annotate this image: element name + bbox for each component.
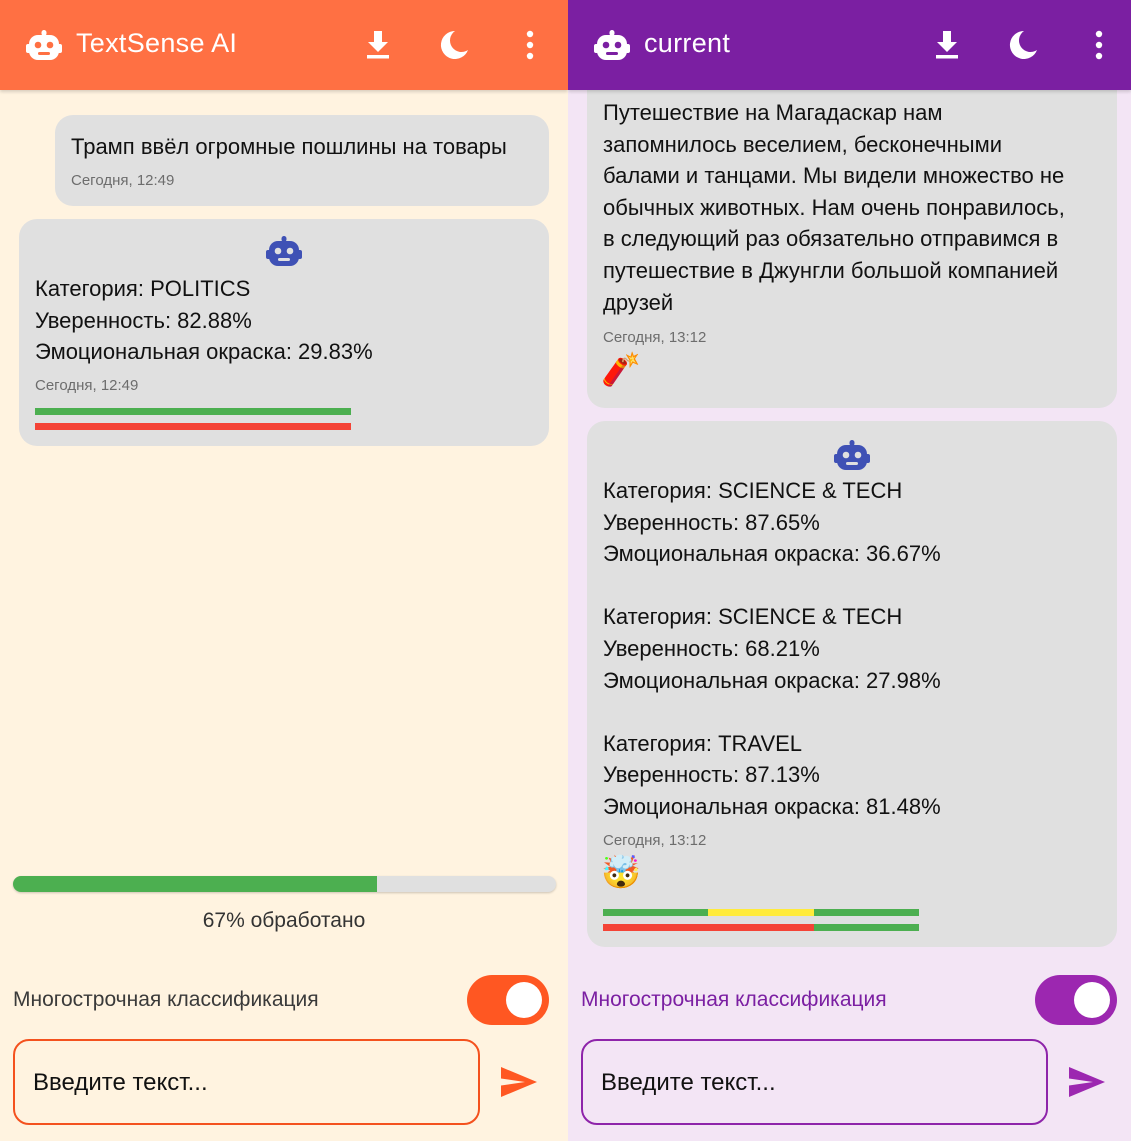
message-timestamp: Сегодня, 13:12 (603, 832, 707, 849)
message-text: Путешествие на Магадаскар нам запомнилос… (603, 97, 1065, 318)
bot-message-bubble: Категория: SCIENCE & TECH Уверенность: 8… (587, 421, 1117, 947)
text-input[interactable]: Введите текст... (13, 1039, 480, 1125)
multiline-toggle[interactable] (1035, 975, 1117, 1025)
app-title: TextSense AI (76, 28, 238, 58)
robot-icon (266, 236, 302, 266)
exploding-head-emoji: 🤯 (601, 854, 641, 890)
message-line: запомнилось веселием, бесконечными (603, 131, 1003, 157)
sentiment-line: Эмоциональная окраска: 29.83% (35, 339, 373, 365)
bot-message-bubble: Категория: POLITICS Уверенность: 82.88% … (19, 219, 549, 446)
confidence-line: Уверенность: 87.65% (603, 509, 820, 535)
progress-label: 67% обработано (202, 909, 366, 932)
multiline-toggle[interactable] (467, 975, 549, 1025)
more-vert-icon[interactable] (513, 28, 547, 62)
message-timestamp: Сегодня, 13:12 (603, 329, 707, 346)
send-icon[interactable] (1067, 1065, 1107, 1099)
screen-dark-purple: current Путешествие на Магадаскар нам за… (568, 0, 1131, 1141)
robot-icon (26, 30, 62, 60)
download-icon[interactable] (361, 28, 395, 62)
confidence-bar-segment (603, 909, 708, 916)
input-placeholder: Введите текст... (601, 1069, 776, 1096)
message-timestamp: Сегодня, 12:49 (71, 172, 175, 189)
confidence-bar (35, 408, 351, 415)
sentiment-line: Эмоциональная окраска: 27.98% (603, 667, 941, 693)
message-line: друзей (603, 289, 674, 315)
category-line: Категория: SCIENCE & TECH (603, 478, 903, 503)
more-vert-icon[interactable] (1082, 28, 1116, 62)
classification-result: Категория: SCIENCE & TECH Уверенность: 8… (603, 475, 941, 823)
message-text: Трамп ввёл огромные пошлины на товары (71, 134, 507, 159)
classification-result: Категория: POLITICS Уверенность: 82.88% … (35, 273, 373, 368)
confidence-line: Уверенность: 82.88% (35, 307, 252, 333)
input-placeholder: Введите текст... (33, 1069, 208, 1096)
category-line: Категория: SCIENCE & TECH (603, 604, 903, 630)
confidence-bar-segment (708, 909, 814, 916)
confidence-line: Уверенность: 68.21% (603, 635, 820, 661)
multiline-label: Многострочная классификация (581, 988, 887, 1011)
sentiment-bar (35, 423, 351, 430)
app-title: current (644, 28, 731, 58)
progress-fill (13, 876, 377, 892)
text-input[interactable]: Введите текст... (581, 1039, 1048, 1125)
message-timestamp: Сегодня, 12:49 (35, 377, 139, 394)
sentiment-line: Эмоциональная окраска: 36.67% (603, 541, 941, 567)
app-bar: current (568, 0, 1131, 90)
user-message-bubble: Трамп ввёл огромные пошлины на товары Се… (55, 115, 549, 206)
processing-progress-bar (13, 876, 556, 892)
category-line: Категория: TRAVEL (603, 730, 803, 756)
message-line: в следующий раз обязательно отправимся в (603, 226, 1059, 252)
screen-light: TextSense AI Трамп ввёл огромные пошлины… (0, 0, 568, 1141)
sentiment-line: Эмоциональная окраска: 81.48% (603, 793, 941, 819)
send-icon[interactable] (499, 1065, 539, 1099)
download-icon[interactable] (930, 28, 964, 62)
dark-mode-moon-icon[interactable] (1006, 28, 1040, 62)
sentiment-bar-segment (603, 924, 814, 931)
robot-icon (834, 440, 870, 470)
sentiment-bar-segment (814, 924, 919, 931)
app-bar: TextSense AI (0, 0, 568, 90)
toggle-knob (1074, 982, 1110, 1018)
firecracker-emoji: 🧨 (601, 351, 641, 387)
toggle-knob (506, 982, 542, 1018)
confidence-line: Уверенность: 87.13% (603, 762, 820, 788)
dark-mode-moon-icon[interactable] (437, 28, 471, 62)
multiline-label: Многострочная классификация (13, 988, 319, 1011)
message-line: путешествие в Джунгли большой компанией (603, 257, 1059, 283)
category-line: Категория: POLITICS (35, 276, 251, 301)
message-line: балами и танцами. Мы видели множество не (603, 163, 1065, 189)
message-line: обычных животных. Нам очень понравилось, (603, 194, 1065, 220)
message-line: Путешествие на Магадаскар нам (603, 100, 943, 125)
robot-icon (594, 30, 630, 60)
user-message-bubble: Путешествие на Магадаскар нам запомнилос… (587, 40, 1117, 408)
confidence-bar-segment (814, 909, 919, 916)
